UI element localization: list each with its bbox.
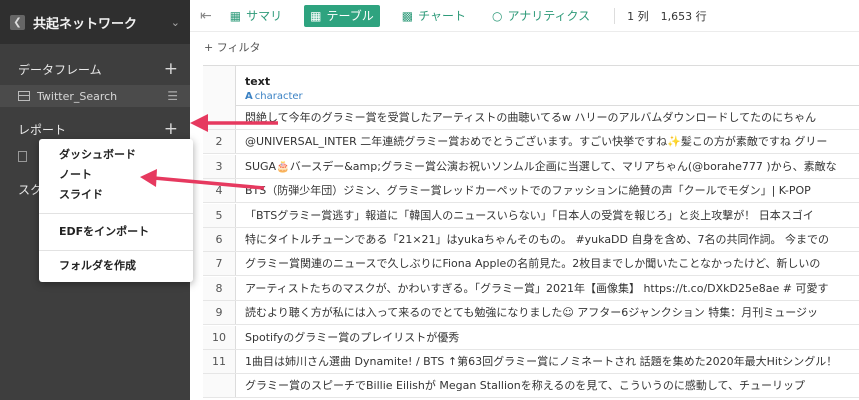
tab-chart-label: チャート: [418, 9, 466, 23]
dataframes-section: データフレーム +: [0, 58, 190, 80]
row-count: 1,653 行: [660, 9, 707, 23]
sidebar-item-twitter-search[interactable]: Twitter_Search ☰: [0, 85, 190, 107]
menu-divider: [39, 213, 193, 214]
table-row[interactable]: 5 「BTSグラミー賞逃す」報道に「韓国人のニュースいらない」「日本人の受賞を報じ…: [203, 203, 859, 228]
row-number: 11: [203, 350, 236, 373]
reports-label: レポート: [18, 122, 67, 137]
bar-chart-icon: ▩: [401, 8, 414, 23]
table-header: text Acharacter: [203, 66, 859, 106]
row-number: [203, 106, 236, 129]
chevron-down-icon[interactable]: ⌄: [171, 16, 180, 29]
table-row[interactable]: 11 1曲目は姉川さん選曲 Dynamite! / BTS ↑第63回グラミー賞に…: [203, 350, 859, 374]
tab-chart[interactable]: ▩ チャート: [398, 5, 470, 27]
reports-section: レポート +: [0, 118, 190, 140]
table-row[interactable]: 2 @UNIVERSAL_INTER 二年連続グラミー賞おめでとうございます。すご…: [203, 130, 859, 155]
project-title: 共起ネットワーク: [33, 16, 138, 32]
column-header-text[interactable]: text: [245, 75, 270, 88]
collapse-sidebar-icon[interactable]: ⇤: [200, 8, 212, 24]
cell-text: 悶絶して今年のグラミー賞を受賞したアーティストの曲聴いてるw ハリーのアルバムダ…: [245, 111, 817, 124]
cell-text: グラミー賞のスピーチでBillie Eilishが Megan Stallion…: [245, 379, 805, 393]
row-number: [203, 374, 236, 398]
table-row[interactable]: グラミー賞のスピーチでBillie Eilishが Megan Stallion…: [203, 374, 859, 399]
grid-icon: ▦: [229, 8, 242, 23]
menu-item-import-edf[interactable]: EDFをインポート: [39, 222, 193, 242]
menu-item-note[interactable]: ノート: [39, 165, 193, 185]
table-row[interactable]: 6 特にタイトルチューンである「21×21」はyukaちゃんそのもの。 #yuka…: [203, 228, 859, 252]
dataframes-label: データフレーム: [18, 62, 102, 77]
tab-summary[interactable]: ▦ サマリ: [226, 5, 286, 27]
tab-analytics-label: アナリティクス: [507, 9, 591, 23]
project-header: ❮ 共起ネットワーク ⌄: [0, 0, 190, 44]
row-number: 7: [203, 252, 236, 276]
cell-text: @UNIVERSAL_INTER 二年連続グラミー賞おめでとうございます。すごい…: [245, 135, 828, 149]
view-toolbar: ⇤ ▦ サマリ ▦ テーブル ▩ チャート ○ アナリティクス 1 列 1,65…: [190, 0, 859, 32]
row-number: 3: [203, 154, 236, 178]
menu-item-dashboard[interactable]: ダッシュボード: [39, 145, 193, 165]
table-row[interactable]: 悶絶して今年のグラミー賞を受賞したアーティストの曲聴いてるw ハリーのアルバムダ…: [203, 106, 859, 130]
row-number-header: [203, 66, 236, 106]
tab-table-label: テーブル: [326, 9, 374, 23]
table-icon: [18, 91, 30, 101]
row-number: 6: [203, 228, 236, 251]
add-report-menu: ダッシュボード ノート スライド EDFをインポート フォルダを作成: [39, 139, 193, 282]
column-type: Acharacter: [245, 91, 303, 102]
menu-icon[interactable]: ☰: [167, 89, 178, 103]
document-icon: [18, 150, 27, 162]
cell-text: BTS（防弾少年団）ジミン、グラミー賞レッドカーペットでのファッションに絶賛の声…: [245, 184, 811, 198]
column-type-label: character: [254, 91, 303, 102]
data-table: text Acharacter 悶絶して今年のグラミー賞を受賞したアーティストの…: [203, 65, 859, 400]
table-row[interactable]: 3 SUGA🎂バースデー&amp;グラミー賞公演お祝いソンムル企画に当選して、マリ…: [203, 154, 859, 179]
row-number: 2: [203, 130, 236, 154]
cell-text: グラミー賞関連のニュースで久しぶりにFiona Appleの名前見た。2枚目まで…: [245, 257, 821, 271]
row-number: 8: [203, 276, 236, 300]
menu-item-slide[interactable]: スライド: [39, 185, 193, 205]
table-row[interactable]: 9 読むより聴く方が私には入って来るのでとても勉強になりました☺ アフター6ジャン…: [203, 301, 859, 326]
add-report-plus-icon[interactable]: +: [164, 120, 178, 138]
tab-analytics[interactable]: ○ アナリティクス: [488, 5, 594, 27]
row-number: 5: [203, 203, 236, 227]
toolbar-divider: [614, 7, 616, 24]
cell-text: アーティストたちのマスクが、かわいすぎる。「グラミー賞」2021年【画像集】 h…: [245, 281, 829, 295]
cell-text: 特にタイトルチューンである「21×21」はyukaちゃんそのもの。 #yukaD…: [245, 233, 829, 246]
table-row[interactable]: 8 アーティストたちのマスクが、かわいすぎる。「グラミー賞」2021年【画像集】 …: [203, 276, 859, 301]
row-number: 4: [203, 179, 236, 203]
table-row[interactable]: 7 グラミー賞関連のニュースで久しぶりにFiona Appleの名前見た。2枚目ま…: [203, 252, 859, 277]
sidebar-item-label: Twitter_Search: [37, 89, 118, 103]
menu-divider: [39, 250, 193, 251]
cell-text: Spotifyのグラミー賞のプレイリストが優秀: [245, 330, 460, 344]
cell-text: SUGA🎂バースデー&amp;グラミー賞公演お祝いソンムル企画に当選して、マリア…: [245, 159, 837, 173]
table-row[interactable]: 4 BTS（防弾少年団）ジミン、グラミー賞レッドカーペットでのファッションに絶賛の…: [203, 179, 859, 204]
tab-summary-label: サマリ: [246, 9, 283, 23]
row-number: 10: [203, 325, 236, 349]
lightbulb-icon: ○: [491, 8, 503, 23]
column-count: 1 列: [627, 9, 649, 23]
cell-text: 「BTSグラミー賞逃す」報道に「韓国人のニュースいらない」「日本人の受賞を報じろ…: [245, 208, 814, 222]
menu-item-create-folder[interactable]: フォルダを作成: [39, 256, 193, 276]
cell-text: 読むより聴く方が私には入って来るのでとても勉強になりました☺ アフター6ジャンク…: [245, 306, 819, 320]
cell-text: 1曲目は姉川さん選曲 Dynamite! / BTS ↑第63回グラミー賞にノミ…: [245, 355, 838, 368]
tab-table[interactable]: ▦ テーブル: [304, 4, 380, 27]
table-row[interactable]: 10 Spotifyのグラミー賞のプレイリストが優秀: [203, 325, 859, 350]
table-icon: ▦: [310, 8, 322, 23]
back-icon[interactable]: ❮: [10, 14, 25, 30]
add-dataframe-plus-icon[interactable]: +: [164, 60, 178, 78]
add-filter-button[interactable]: + フィルタ: [190, 38, 859, 58]
row-number: 9: [203, 301, 236, 325]
